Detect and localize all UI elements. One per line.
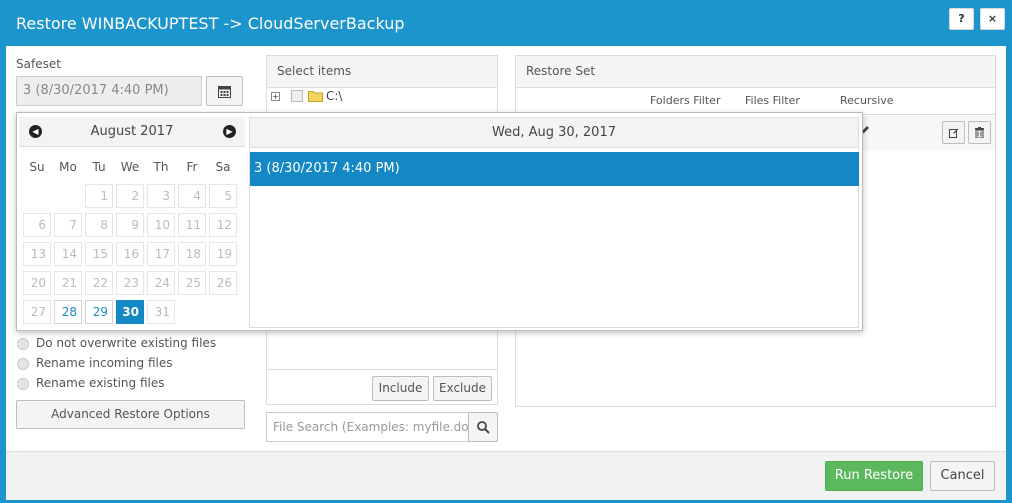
dialog-title: Restore WINBACKUPTEST -> CloudServerBack… xyxy=(16,14,405,33)
frame-right xyxy=(1006,46,1012,503)
select-items-divider xyxy=(267,369,497,370)
restore-set-header: Restore Set xyxy=(516,56,995,88)
safeset-label: Safeset xyxy=(16,57,61,71)
month-label: August 2017 xyxy=(90,124,174,139)
calendar-day: 27 xyxy=(23,300,51,324)
calendar-day: 17 xyxy=(147,242,175,266)
file-search-input[interactable]: File Search (Examples: myfile.doc, *.doc… xyxy=(266,412,469,442)
selected-date-label: Wed, Aug 30, 2017 xyxy=(250,118,858,148)
calendar-day: 11 xyxy=(178,213,206,237)
weekday-label: Th xyxy=(153,160,169,174)
tree-root-label: C:\ xyxy=(326,89,343,103)
calendar-day[interactable]: 28 xyxy=(54,300,82,324)
month-view: ◀ August 2017 ▶ Su Mo Tu We Th Fr Sa 1 2 3 4 5 6 7 8 9 1… xyxy=(19,117,245,328)
next-month-icon[interactable]: ▶ xyxy=(223,125,236,138)
close-button[interactable]: × xyxy=(980,8,1005,30)
date-safesets-panel: Wed, Aug 30, 2017 3 (8/30/2017 4:40 PM) xyxy=(249,117,859,328)
calendar-day: 7 xyxy=(54,213,82,237)
month-header: ◀ August 2017 ▶ xyxy=(19,117,245,147)
radio-rename-incoming[interactable] xyxy=(17,358,29,370)
radio-do-not-overwrite[interactable] xyxy=(17,338,29,350)
calendar-day: 31 xyxy=(147,300,175,324)
frame-left xyxy=(0,46,6,503)
column-folders-filter: Folders Filter xyxy=(650,94,721,107)
calendar-popup: ◀ August 2017 ▶ Su Mo Tu We Th Fr Sa 1 2 3 4 5 6 7 8 9 1… xyxy=(16,112,863,331)
calendar-day: 16 xyxy=(116,242,144,266)
run-restore-button[interactable]: Run Restore xyxy=(825,461,923,491)
trash-icon xyxy=(975,127,984,139)
column-files-filter: Files Filter xyxy=(745,94,800,107)
calendar-day: 13 xyxy=(23,242,51,266)
safeset-field[interactable]: 3 (8/30/2017 4:40 PM) xyxy=(16,76,202,106)
calendar-day[interactable]: 30 xyxy=(116,300,144,324)
safeset-option[interactable]: 3 (8/30/2017 4:40 PM) xyxy=(250,152,859,186)
calendar-day: 10 xyxy=(147,213,175,237)
calendar-day: 4 xyxy=(178,184,206,208)
calendar-day: 12 xyxy=(209,213,237,237)
calendar-day: 26 xyxy=(209,271,237,295)
radio-label-rename-incoming: Rename incoming files xyxy=(36,356,173,370)
calendar-day[interactable]: 29 xyxy=(85,300,113,324)
calendar-day: 21 xyxy=(54,271,82,295)
dialog-footer: Run Restore Cancel xyxy=(6,451,1006,500)
radio-label-do-not-overwrite: Do not overwrite existing files xyxy=(36,336,217,350)
calendar-day: 22 xyxy=(85,271,113,295)
include-button[interactable]: Include xyxy=(372,376,429,401)
calendar-button[interactable] xyxy=(206,76,243,106)
delete-row-button[interactable] xyxy=(968,121,991,144)
calendar-day: 14 xyxy=(54,242,82,266)
calendar-day: 9 xyxy=(116,213,144,237)
weekday-label: Fr xyxy=(186,160,198,174)
calendar-day: 24 xyxy=(147,271,175,295)
edit-row-button[interactable] xyxy=(942,121,965,144)
calendar-day: 5 xyxy=(209,184,237,208)
calendar-day: 23 xyxy=(116,271,144,295)
restore-set-columns: Folders Filter Files Filter Recursive xyxy=(516,88,995,115)
weekday-label: Sa xyxy=(215,160,231,174)
search-button[interactable] xyxy=(468,412,498,442)
weekday-label: Mo xyxy=(59,160,77,174)
exclude-button[interactable]: Exclude xyxy=(433,376,492,401)
select-items-header: Select items xyxy=(267,56,497,88)
advanced-restore-options-button[interactable]: Advanced Restore Options xyxy=(16,400,245,429)
calendar-day: 18 xyxy=(178,242,206,266)
calendar-day: 3 xyxy=(147,184,175,208)
radio-label-rename-existing: Rename existing files xyxy=(36,376,165,390)
calendar-day: 2 xyxy=(116,184,144,208)
calendar-day: 20 xyxy=(23,271,51,295)
cancel-button[interactable]: Cancel xyxy=(930,461,995,491)
weekday-label: We xyxy=(120,160,140,174)
edit-icon xyxy=(948,128,958,138)
weekday-label: Su xyxy=(29,160,45,174)
calendar-day: 15 xyxy=(85,242,113,266)
weekday-label: Tu xyxy=(92,160,106,174)
calendar-icon xyxy=(218,86,231,98)
title-bar: Restore WINBACKUPTEST -> CloudServerBack… xyxy=(0,0,1012,46)
expand-icon[interactable]: + xyxy=(271,92,280,101)
folder-icon xyxy=(308,91,323,102)
calendar-day: 19 xyxy=(209,242,237,266)
column-recursive: Recursive xyxy=(840,94,894,107)
calendar-day: 6 xyxy=(23,213,51,237)
calendar-day: 1 xyxy=(85,184,113,208)
search-icon xyxy=(476,421,490,434)
tree-checkbox[interactable] xyxy=(291,90,303,102)
help-button[interactable]: ? xyxy=(949,8,974,30)
calendar-day: 8 xyxy=(85,213,113,237)
calendar-day: 25 xyxy=(178,271,206,295)
radio-rename-existing[interactable] xyxy=(17,378,29,390)
